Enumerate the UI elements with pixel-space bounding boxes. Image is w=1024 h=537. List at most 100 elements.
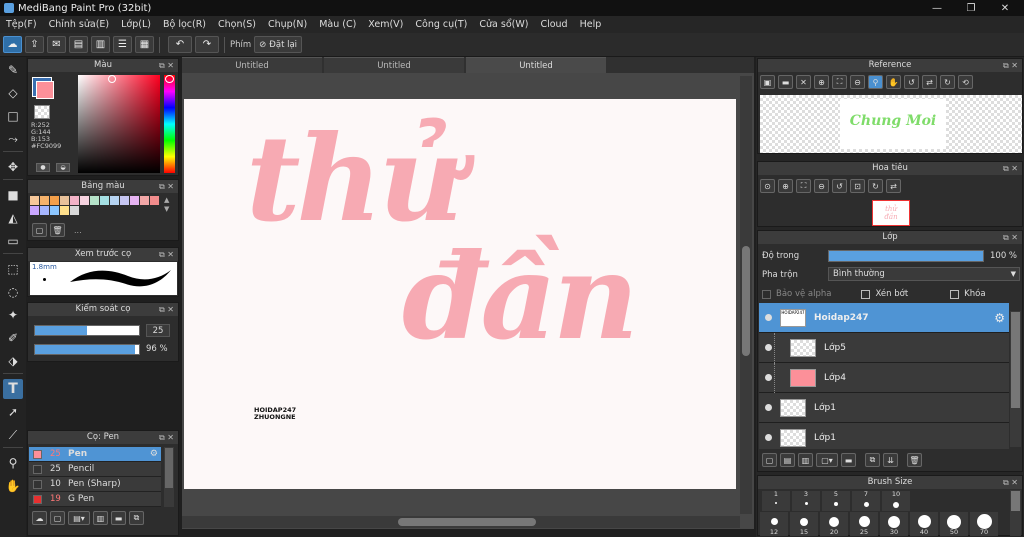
new-palette-button[interactable]: ▢	[32, 223, 47, 237]
palette-swatch[interactable]	[40, 206, 49, 215]
brush-size-cell[interactable]: 10	[882, 491, 910, 511]
eye-icon[interactable]	[765, 374, 772, 381]
layer-row[interactable]: HOIDAP247 Hoidap247 ⚙	[759, 303, 1009, 333]
brush-list-scrollbar[interactable]	[164, 447, 174, 507]
brush-size-cell[interactable]: 5	[822, 491, 850, 511]
select-eraser-tool[interactable]: ⬗	[3, 351, 23, 371]
eye-icon[interactable]	[765, 314, 772, 321]
lock-checkbox[interactable]	[950, 289, 960, 299]
reference-folder-button[interactable]: ▬	[778, 75, 793, 89]
add-layer-menu-button[interactable]: ▢▾	[816, 453, 838, 467]
panel-controls-icon[interactable]: ⧉ ✕	[159, 59, 174, 72]
navigator-preview[interactable]: thử đần	[872, 200, 910, 226]
lasso-tool[interactable]: ◌	[3, 282, 23, 302]
document-tab[interactable]: Untitled	[324, 57, 464, 73]
operation-tool[interactable]: ➚	[3, 402, 23, 422]
divide-tool[interactable]: ⟋	[3, 425, 23, 445]
palette-swatch[interactable]	[70, 206, 79, 215]
palette-swatch[interactable]	[30, 206, 39, 215]
layer-row[interactable]: Lớp1	[759, 423, 1009, 449]
palette-swatch[interactable]	[120, 196, 129, 205]
palette-scroll[interactable]: ▲ ▼	[164, 196, 169, 214]
menu-item[interactable]: Lớp(L)	[115, 19, 157, 30]
layer-opacity-slider[interactable]	[828, 250, 984, 262]
foreground-color-swatch[interactable]	[36, 81, 54, 99]
brush-size-cell[interactable]: 12	[760, 512, 788, 536]
reference-flip-button[interactable]: ⇄	[922, 75, 937, 89]
navigator-zoom-in-button[interactable]: ⊕	[778, 179, 793, 193]
bucket-tool[interactable]: ◭	[3, 208, 23, 228]
navigator-rotate-left-button[interactable]: ↺	[832, 179, 847, 193]
brush-item[interactable]: 10 Pen (Sharp)	[29, 477, 161, 492]
brush-list-scroll-thumb[interactable]	[165, 448, 173, 488]
layer-scroll-thumb[interactable]	[1011, 312, 1020, 408]
palette-swatch[interactable]	[130, 196, 139, 205]
palette-swatch[interactable]	[70, 196, 79, 205]
delete-palette-button[interactable]: 🗑	[50, 223, 65, 237]
cloud-brush-button[interactable]: ☁	[32, 511, 47, 525]
cloud-button[interactable]: ☁	[3, 36, 22, 53]
merge-layer-button[interactable]: ⇊	[883, 453, 898, 467]
magic-wand-tool[interactable]: ✦	[3, 305, 23, 325]
navigator-flip-button[interactable]: ⇄	[886, 179, 901, 193]
menu-item[interactable]: Xem(V)	[362, 19, 409, 30]
brush-size-cell[interactable]: 3	[792, 491, 820, 511]
blend-mode-select[interactable]: Bình thường ▼	[828, 267, 1020, 281]
eye-icon[interactable]	[765, 434, 772, 441]
brush-folder-button[interactable]: ▬	[111, 511, 126, 525]
panel-controls-icon[interactable]: ⧉ ✕	[1003, 162, 1018, 175]
palette-swatch[interactable]	[140, 196, 149, 205]
palette-swatch[interactable]	[100, 196, 109, 205]
share-button[interactable]: ⇪	[25, 36, 44, 53]
layer-list-scrollbar[interactable]	[1010, 311, 1021, 447]
list-button[interactable]: ☰	[113, 36, 132, 53]
close-button[interactable]: ✕	[988, 0, 1022, 16]
eraser-tool[interactable]: ◇	[3, 83, 23, 103]
document-button[interactable]: ▥	[91, 36, 110, 53]
panel-controls-icon[interactable]: ⧉ ✕	[159, 180, 174, 193]
undo-button[interactable]: ↶	[168, 36, 192, 53]
brush-tool[interactable]: ✎	[3, 60, 23, 80]
panel-controls-icon[interactable]: ⧉ ✕	[1003, 59, 1018, 72]
brush-size-cell[interactable]: 1	[762, 491, 790, 511]
palette-swatch[interactable]	[80, 196, 89, 205]
color-mode-button[interactable]: ●	[36, 163, 50, 172]
panel-controls-icon[interactable]: ⧉ ✕	[1003, 476, 1018, 489]
palette-swatch[interactable]	[110, 196, 119, 205]
reference-preview[interactable]: Chung Moi	[760, 95, 1022, 153]
reference-zoom-out-button[interactable]: ⊖	[850, 75, 865, 89]
layer-folder-button[interactable]: ▬	[841, 453, 856, 467]
navigator-rotate-right-button[interactable]: ↻	[868, 179, 883, 193]
brush-size-cell[interactable]: 25	[850, 512, 878, 536]
brush-item[interactable]: 19 G Pen	[29, 492, 161, 507]
saturation-value-picker[interactable]	[78, 75, 160, 173]
layer-row[interactable]: Lớp5	[759, 332, 1009, 363]
eyedropper-tool[interactable]: ⚲	[3, 453, 23, 473]
duplicate-layer-button[interactable]: ⧉	[865, 453, 880, 467]
hue-slider[interactable]	[164, 75, 175, 173]
gradient-tool[interactable]: ▭	[3, 231, 23, 251]
reference-zoom-in-button[interactable]: ⊕	[814, 75, 829, 89]
menu-item[interactable]: Chọn(S)	[212, 19, 262, 30]
brush-size-cell[interactable]: 70	[970, 512, 998, 536]
gear-icon[interactable]: ⚙	[994, 311, 1005, 325]
comment-button[interactable]: ✉	[47, 36, 66, 53]
brush-item[interactable]: 25 Pen ⚙	[29, 447, 161, 462]
menu-item[interactable]: Help	[574, 19, 608, 30]
reset-button[interactable]: ⊘ Đặt lại	[254, 36, 303, 53]
page-button[interactable]: ▤	[69, 36, 88, 53]
new-8bit-layer-button[interactable]: ▥	[798, 453, 813, 467]
brush-size-cell[interactable]: 40	[910, 512, 938, 536]
brush-settings-button[interactable]: ▥	[93, 511, 108, 525]
reference-rotate-right-button[interactable]: ↻	[940, 75, 955, 89]
panel-controls-icon[interactable]: ⧉ ✕	[159, 431, 174, 444]
reference-fit-button[interactable]: ⛶	[832, 75, 847, 89]
canvas-horizontal-scrollbar[interactable]	[182, 516, 740, 528]
palette-swatch[interactable]	[90, 196, 99, 205]
eye-icon[interactable]	[765, 404, 772, 411]
menu-item[interactable]: Bộ lọc(R)	[157, 19, 212, 30]
vertical-scroll-thumb[interactable]	[742, 246, 750, 356]
clipping-checkbox[interactable]	[861, 289, 871, 299]
duplicate-brush-button[interactable]: ⧉	[129, 511, 144, 525]
brush-menu-button[interactable]: ▤▾	[68, 511, 90, 525]
